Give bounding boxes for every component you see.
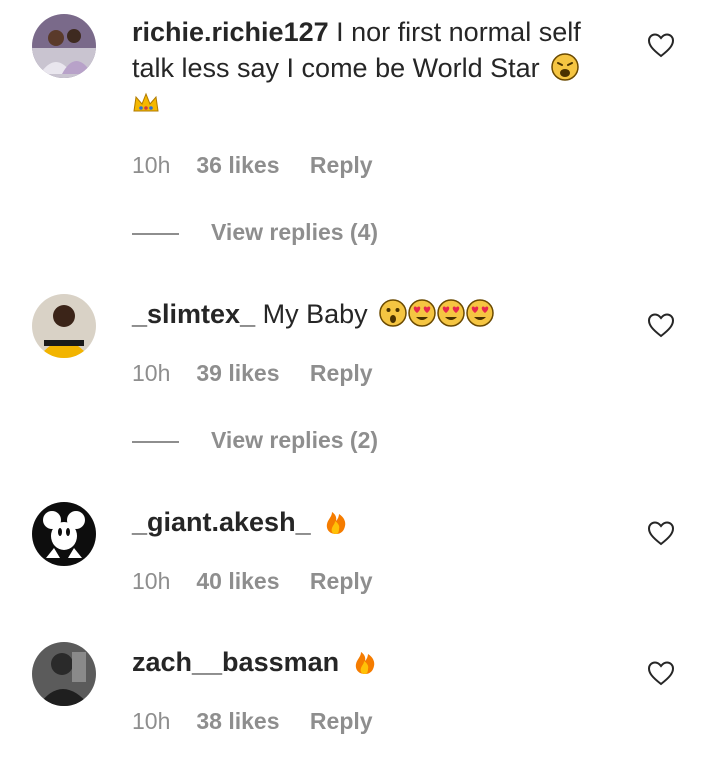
comment-username[interactable]: richie.richie127: [132, 17, 329, 47]
fire-icon: [322, 507, 350, 535]
view-replies-button[interactable]: View replies (4): [132, 219, 378, 246]
comment-time: 10h: [132, 152, 171, 178]
comment-meta: 10h 40 likes Reply: [132, 568, 612, 595]
fire-icon: [351, 647, 379, 675]
comment-likes[interactable]: 38 likes: [196, 708, 279, 735]
comment-text: _giant.akesh_: [132, 504, 612, 540]
reply-button[interactable]: Reply: [310, 568, 373, 595]
like-heart-icon[interactable]: [647, 312, 675, 338]
comment-likes[interactable]: 36 likes: [196, 152, 279, 179]
comment-text: _slimtex_ My Baby: [132, 296, 612, 332]
comment-body: My Baby: [262, 299, 368, 329]
heart-eyes-icon: [466, 299, 494, 327]
avatar[interactable]: [32, 642, 96, 706]
comment-likes[interactable]: 40 likes: [196, 568, 279, 595]
avatar[interactable]: [32, 14, 96, 78]
view-replies-label: View replies (2): [211, 427, 379, 453]
weary-face-icon: [551, 53, 579, 81]
reply-button[interactable]: Reply: [310, 708, 373, 735]
crown-icon: [132, 89, 160, 117]
comment-meta: 10h 38 likes Reply: [132, 708, 612, 735]
comment-time: 10h: [132, 708, 171, 734]
comment-username[interactable]: zach__bassman: [132, 647, 339, 677]
like-heart-icon[interactable]: [647, 520, 675, 546]
divider: [132, 232, 179, 235]
comment-likes[interactable]: 39 likes: [196, 360, 279, 387]
heart-eyes-icon: [437, 299, 465, 327]
reply-button[interactable]: Reply: [310, 152, 373, 179]
avatar[interactable]: [32, 294, 96, 358]
comment-time: 10h: [132, 360, 171, 386]
heart-eyes-icon: [408, 299, 436, 327]
view-replies-label: View replies (4): [211, 219, 379, 245]
view-replies-button[interactable]: View replies (2): [132, 427, 378, 454]
comment-meta: 10h 36 likes Reply: [132, 152, 612, 179]
surprised-face-icon: [379, 299, 407, 327]
comment-username[interactable]: _giant.akesh_: [132, 507, 311, 537]
divider: [132, 440, 179, 443]
comment-time: 10h: [132, 568, 171, 594]
comment-meta: 10h 39 likes Reply: [132, 360, 612, 387]
comment-username[interactable]: _slimtex_: [132, 299, 255, 329]
reply-button[interactable]: Reply: [310, 360, 373, 387]
like-heart-icon[interactable]: [647, 660, 675, 686]
comment-text: zach__bassman: [132, 644, 612, 680]
comment-text: richie.richie127 I nor first normal self…: [132, 14, 612, 122]
like-heart-icon[interactable]: [647, 32, 675, 58]
avatar[interactable]: [32, 502, 96, 566]
